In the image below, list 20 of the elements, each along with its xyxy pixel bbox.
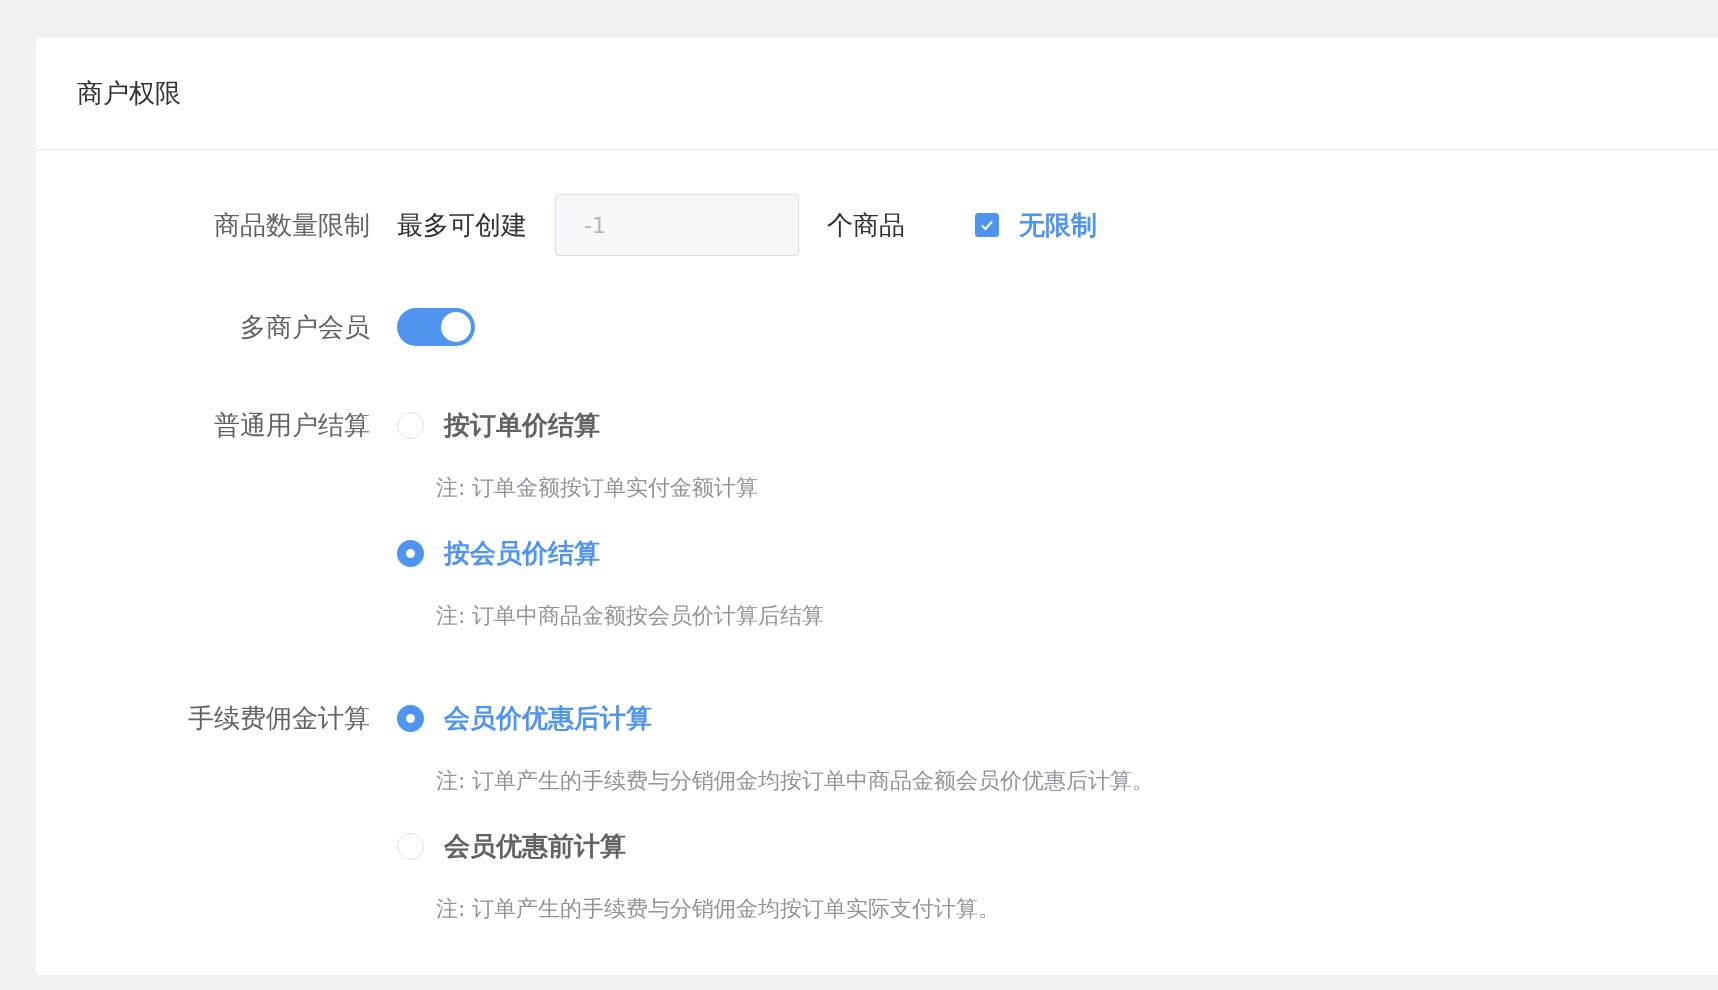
radio-button[interactable]	[397, 539, 424, 567]
suffix-text: 个商品	[827, 208, 905, 242]
field-label: 手续费佣金计算	[187, 702, 370, 735]
toggle-switch[interactable]	[397, 308, 475, 346]
card-title: 商户权限	[77, 77, 181, 110]
note-text: 注: 订单产生的手续费与分销佣金均按订单实际支付计算。	[436, 895, 1001, 923]
radio-label[interactable]: 按订单价结算	[444, 407, 600, 443]
radio-label[interactable]: 会员价优惠后计算	[444, 700, 652, 736]
checkbox[interactable]	[975, 213, 999, 237]
checkbox-label[interactable]: 无限制	[1019, 207, 1097, 243]
note-text: 注: 订单中商品金额按会员价计算后结算	[436, 602, 825, 630]
note-text: 注: 订单金额按订单实付金额计算	[436, 474, 759, 502]
field-label: 多商户会员	[239, 310, 370, 344]
radio-button[interactable]	[397, 704, 424, 732]
field-label: 普通用户结算	[213, 409, 370, 442]
radio-label[interactable]: 会员优惠前计算	[444, 828, 626, 864]
prefix-text: 最多可创建	[397, 208, 527, 242]
note-text: 注: 订单产生的手续费与分销佣金均按订单中商品金额会员价优惠后计算。	[436, 767, 1155, 795]
radio-label[interactable]: 按会员价结算	[444, 535, 600, 571]
field-label: 商品数量限制	[213, 208, 370, 242]
